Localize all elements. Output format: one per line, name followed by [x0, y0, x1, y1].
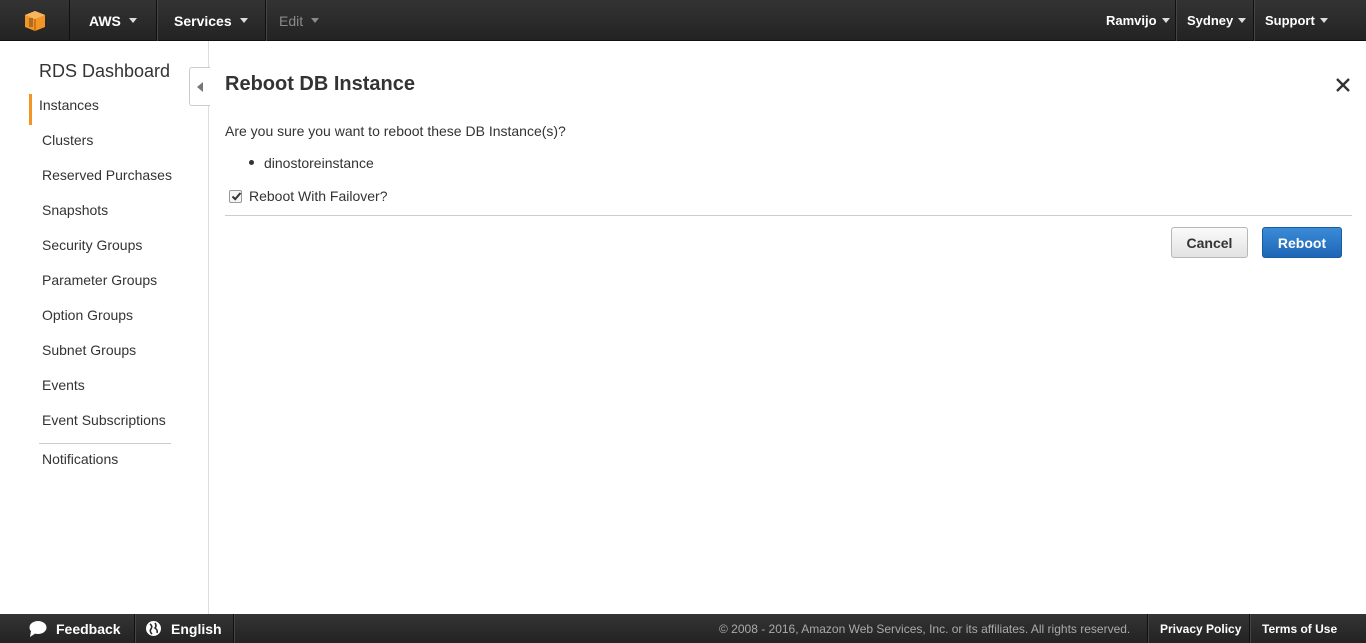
sidebar-item-event-subscriptions[interactable]: Event Subscriptions — [29, 409, 189, 440]
sidebar-item-label: Parameter Groups — [42, 272, 158, 288]
bullet-icon — [249, 159, 254, 165]
sidebar-item-label: Snapshots — [42, 202, 109, 218]
sidebar-item-label: Security Groups — [42, 237, 143, 253]
language-label: English — [171, 620, 222, 637]
chevron-left-icon — [197, 81, 203, 92]
sidebar-title[interactable]: RDS Dashboard — [39, 61, 170, 82]
reboot-button[interactable]: Reboot — [1262, 227, 1342, 258]
chevron-down-icon — [1238, 18, 1247, 23]
copyright-text: © 2008 - 2016, Amazon Web Services, Inc.… — [719, 621, 1131, 636]
sidebar-item-events[interactable]: Events — [29, 374, 189, 405]
support-menu[interactable]: Support — [1265, 0, 1328, 41]
dialog-title: Reboot DB Instance — [225, 73, 416, 95]
instance-list: dinostoreinstance — [249, 155, 374, 171]
nav-divider — [156, 0, 157, 41]
sidebar-item-reserved-purchases[interactable]: Reserved Purchases — [29, 164, 189, 195]
aws-menu[interactable]: AWS — [89, 0, 137, 41]
footer-divider — [1147, 614, 1148, 643]
globe-icon — [146, 621, 161, 636]
chevron-down-icon — [1161, 18, 1170, 23]
footer-divider — [134, 614, 135, 643]
sidebar-nav-list: Instances Clusters Reserved Purchases Sn… — [29, 90, 189, 479]
sidebar-item-instances[interactable]: Instances — [29, 94, 189, 125]
sidebar-item-subnet-groups[interactable]: Subnet Groups — [29, 339, 189, 370]
failover-label[interactable]: Reboot With Failover? — [249, 188, 388, 204]
aws-menu-label: AWS — [89, 12, 121, 29]
sidebar-item-label: Reserved Purchases — [42, 167, 172, 183]
services-menu-label: Services — [174, 12, 232, 29]
language-selector[interactable]: English — [145, 614, 222, 643]
instance-name: dinostoreinstance — [264, 155, 374, 171]
feedback-button[interactable]: Feedback — [28, 614, 121, 643]
footer-bar: Feedback English © 2008 - 2016, Amazon W… — [0, 614, 1366, 643]
top-navigation-bar: AWS Services Edit Ramvijo Sydney Support — [0, 0, 1366, 41]
privacy-policy-link[interactable]: Privacy Policy — [1160, 614, 1241, 643]
account-menu[interactable]: Ramvijo — [1106, 0, 1170, 41]
cancel-button[interactable]: Cancel — [1171, 227, 1248, 258]
services-menu[interactable]: Services — [174, 0, 248, 41]
sidebar-item-option-groups[interactable]: Option Groups — [29, 304, 189, 335]
chevron-down-icon — [239, 18, 248, 23]
sidebar-item-label: Subnet Groups — [42, 342, 137, 358]
dialog-divider — [225, 215, 1352, 216]
support-menu-label: Support — [1265, 13, 1315, 28]
failover-option: Reboot With Failover? — [229, 188, 388, 204]
footer-divider — [1249, 614, 1250, 643]
sidebar: RDS Dashboard Instances Clusters Reserve… — [0, 41, 209, 614]
sidebar-item-snapshots[interactable]: Snapshots — [29, 199, 189, 230]
sidebar-item-clusters[interactable]: Clusters — [29, 129, 189, 160]
region-menu[interactable]: Sydney — [1187, 0, 1247, 41]
footer-divider — [233, 614, 234, 643]
sidebar-item-label: Clusters — [42, 132, 94, 148]
speech-bubble-icon — [29, 620, 47, 637]
aws-logo-icon[interactable] — [0, 0, 70, 41]
region-menu-label: Sydney — [1187, 13, 1234, 28]
confirm-message: Are you sure you want to reboot these DB… — [225, 123, 566, 139]
sidebar-divider — [39, 443, 171, 444]
sidebar-item-label: Notifications — [42, 451, 119, 467]
sidebar-item-notifications[interactable]: Notifications — [29, 448, 189, 479]
edit-menu-label: Edit — [279, 12, 304, 29]
sidebar-item-label: Events — [42, 377, 85, 393]
chevron-down-icon — [311, 18, 320, 23]
sidebar-item-parameter-groups[interactable]: Parameter Groups — [29, 269, 189, 300]
nav-divider — [1253, 0, 1254, 41]
terms-of-use-link[interactable]: Terms of Use — [1262, 614, 1337, 643]
list-item: dinostoreinstance — [249, 155, 374, 171]
sidebar-item-security-groups[interactable]: Security Groups — [29, 234, 189, 265]
chevron-down-icon — [1319, 18, 1328, 23]
feedback-label: Feedback — [56, 620, 121, 637]
failover-checkbox[interactable] — [229, 189, 242, 203]
account-menu-label: Ramvijo — [1106, 13, 1157, 28]
nav-divider — [265, 0, 266, 41]
edit-menu[interactable]: Edit — [279, 0, 320, 41]
sidebar-item-label: Option Groups — [42, 307, 134, 323]
chevron-down-icon — [128, 18, 137, 23]
sidebar-item-label: Event Subscriptions — [42, 412, 166, 428]
sidebar-item-label: Instances — [39, 97, 99, 113]
nav-divider — [1175, 0, 1176, 41]
sidebar-collapse-button[interactable] — [189, 67, 210, 106]
close-icon[interactable] — [1333, 75, 1353, 95]
